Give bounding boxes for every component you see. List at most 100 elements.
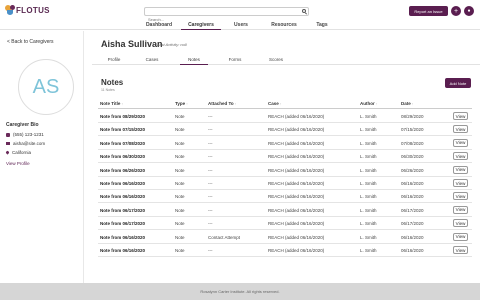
note-case: REACH (added 06/16/2020) bbox=[268, 154, 325, 160]
bio-title: Caregiver Bio bbox=[6, 122, 39, 128]
note-type: Note bbox=[175, 207, 185, 213]
search-bar bbox=[144, 7, 309, 23]
view-note-button[interactable]: View bbox=[453, 152, 468, 161]
table-row: Note from 06/16/2020 Note --- REACH (added … bbox=[98, 190, 472, 204]
view-note-button[interactable]: View bbox=[453, 112, 468, 120]
col-date[interactable]: Date↑ bbox=[401, 101, 414, 106]
add-note-button[interactable]: Add Note bbox=[445, 78, 471, 88]
note-type: Note bbox=[175, 234, 185, 240]
note-type: Note bbox=[175, 127, 185, 133]
note-attached-to: --- bbox=[208, 140, 213, 146]
sort-icon: ↑ bbox=[279, 102, 282, 106]
note-attached-to: --- bbox=[208, 114, 213, 119]
nav-item-caregivers[interactable]: Caregivers bbox=[181, 22, 221, 30]
tab-cases[interactable]: Cases bbox=[138, 57, 166, 65]
notes-table-header: Note Title↑ Type↑ Attached To↑ Case↑ Aut… bbox=[98, 99, 472, 109]
view-note-button[interactable]: View bbox=[453, 138, 468, 147]
view-note-button[interactable]: View bbox=[453, 205, 468, 214]
col-attached-to[interactable]: Attached To↑ bbox=[208, 101, 236, 106]
report-issue-button[interactable]: Report an Issue bbox=[409, 6, 448, 16]
note-author: L. Smith bbox=[360, 114, 377, 119]
note-date: 06/26/2020 bbox=[401, 167, 424, 173]
note-attached-to: --- bbox=[208, 167, 213, 173]
sort-icon: ↑ bbox=[234, 102, 237, 106]
nav-item-resources[interactable]: Resources bbox=[263, 22, 305, 30]
phone-text: (555) 123-1231 bbox=[13, 132, 44, 137]
note-type: Note bbox=[175, 181, 185, 186]
note-title: Note from 06/17/2020 bbox=[100, 207, 146, 213]
note-case: REACH (added 06/16/2020) bbox=[268, 140, 325, 146]
logo-icon bbox=[5, 5, 15, 15]
note-title: Note from 06/17/2020 bbox=[100, 221, 146, 227]
note-author: L. Smith bbox=[360, 140, 377, 146]
avatar: AS bbox=[18, 59, 74, 115]
note-author: L. Smith bbox=[360, 127, 377, 133]
phone-icon bbox=[6, 132, 10, 137]
back-to-caregivers-link[interactable]: < Back to Caregivers bbox=[7, 39, 54, 45]
location-pin-icon bbox=[5, 150, 10, 155]
view-note-button[interactable]: View bbox=[453, 125, 468, 134]
note-date: 06/17/2020 bbox=[401, 207, 424, 213]
note-type: Note bbox=[175, 194, 185, 200]
view-note-button[interactable]: View bbox=[453, 232, 468, 241]
tab-scores[interactable]: Scores bbox=[262, 57, 290, 65]
note-date: 07/15/2020 bbox=[401, 127, 424, 133]
note-title: Note from 07/08/2020 bbox=[100, 140, 146, 146]
note-date: 08/29/2020 bbox=[401, 114, 424, 119]
note-type: Note bbox=[175, 248, 185, 253]
sort-icon: ↑ bbox=[375, 102, 378, 106]
note-title: Note from 06/30/2020 bbox=[100, 154, 146, 160]
note-author: L. Smith bbox=[360, 234, 377, 240]
note-date: 06/16/2020 bbox=[401, 181, 424, 186]
view-profile-link[interactable]: View Profile bbox=[6, 161, 30, 166]
note-case: REACH (added 06/16/2020) bbox=[268, 167, 325, 173]
note-type: Note bbox=[175, 154, 185, 160]
sort-icon: ↑ bbox=[411, 102, 414, 106]
note-title: Note from 06/16/2020 bbox=[100, 181, 146, 186]
nav-item-tags[interactable]: Tags bbox=[311, 22, 333, 30]
col-note-title[interactable]: Note Title↑ bbox=[100, 101, 123, 106]
mail-icon bbox=[6, 142, 10, 145]
view-note-button[interactable]: View bbox=[453, 165, 468, 174]
app-logo[interactable]: FLOTUS bbox=[5, 4, 50, 16]
col-type[interactable]: Type↑ bbox=[175, 101, 188, 106]
note-attached-to: --- bbox=[208, 194, 213, 200]
last-activity: Last Activity: null bbox=[157, 42, 187, 47]
top-header: FLOTUS Report an Issue + ● bbox=[0, 0, 480, 23]
note-case: REACH (added 06/16/2020) bbox=[268, 207, 325, 213]
note-author: L. Smith bbox=[360, 248, 377, 253]
note-author: L. Smith bbox=[360, 167, 377, 173]
tab-forms[interactable]: Forms bbox=[221, 57, 249, 65]
view-note-button[interactable]: View bbox=[453, 246, 468, 254]
main-nav: Dashboard Caregivers Users Resources Tag… bbox=[0, 20, 480, 30]
nav-item-users[interactable]: Users bbox=[226, 22, 256, 30]
note-date: 07/08/2020 bbox=[401, 140, 424, 146]
note-author: L. Smith bbox=[360, 181, 377, 186]
table-row: Note from 06/30/2020 Note --- REACH (added … bbox=[98, 150, 472, 164]
table-row: Note from 06/16/2020 Note --- REACH (added … bbox=[98, 177, 472, 190]
bio-phone: (555) 123-1231 bbox=[6, 132, 44, 137]
note-type: Note bbox=[175, 167, 185, 173]
tab-profile[interactable]: Profile bbox=[100, 57, 128, 65]
tab-notes[interactable]: Notes bbox=[180, 57, 208, 65]
view-note-button[interactable]: View bbox=[453, 192, 468, 201]
user-menu-icon[interactable]: ● bbox=[464, 6, 474, 16]
note-type: Note bbox=[175, 221, 185, 227]
view-note-button[interactable]: View bbox=[453, 179, 468, 187]
note-attached-to: --- bbox=[208, 154, 213, 160]
nav-item-dashboard[interactable]: Dashboard bbox=[139, 22, 179, 30]
note-title: Note from 06/16/2020 bbox=[100, 194, 146, 200]
note-case: REACH (added 06/16/2020) bbox=[268, 221, 325, 227]
col-case[interactable]: Case↑ bbox=[268, 101, 282, 106]
view-note-button[interactable]: View bbox=[453, 219, 468, 228]
table-row: Note from 06/16/2020 Note --- REACH (added … bbox=[98, 244, 472, 257]
col-author[interactable]: Author↑ bbox=[360, 101, 378, 106]
note-case: REACH (added 06/16/2020) bbox=[268, 234, 325, 240]
note-date: 06/16/2020 bbox=[401, 234, 424, 240]
profile-name: Aisha Sullivan bbox=[101, 39, 163, 49]
table-row: Note from 08/29/2020 Note --- REACH (added … bbox=[98, 110, 472, 123]
table-row: Note from 06/17/2020 Note --- REACH (added … bbox=[98, 204, 472, 217]
footer: Rosalynn Carter Institute. All rights re… bbox=[0, 283, 480, 300]
search-icon[interactable] bbox=[302, 9, 306, 13]
add-icon[interactable]: + bbox=[451, 6, 461, 16]
